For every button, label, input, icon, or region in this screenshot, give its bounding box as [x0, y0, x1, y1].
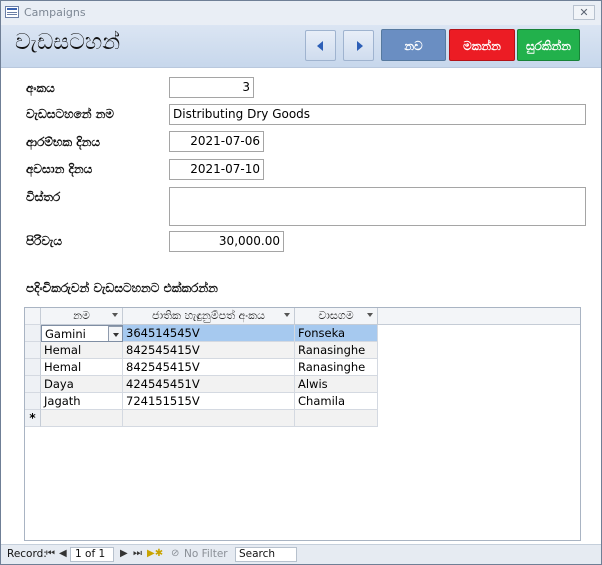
details-label: විස්තර: [26, 190, 61, 204]
record-navigation-bar: Record: ⏮ ◀ 1 of 1 ▶ ⏭ ▶✱ ⊘ No Filter Se…: [1, 544, 601, 564]
form-header: වැඩසටහන් නව මකන්න සුරකින්න: [1, 25, 601, 68]
delete-button[interactable]: මකන්න: [449, 29, 515, 61]
column-header-nic[interactable]: ජාතික හැඳුනුම්පත් අංකය: [123, 308, 295, 325]
name-combo-button[interactable]: [108, 326, 122, 341]
end-date-field[interactable]: 2021-07-10: [169, 159, 264, 180]
arrow-left-icon: [317, 41, 323, 51]
form-title: වැඩසටහන්: [15, 30, 121, 55]
close-button[interactable]: ✕: [573, 5, 595, 20]
surname-cell[interactable]: Alwis: [295, 376, 378, 393]
filter-icon: ⊘: [171, 548, 180, 559]
window-title: Campaigns: [24, 6, 86, 19]
end-date-label: අවසාන දිනය: [26, 162, 93, 176]
name-cell[interactable]: [41, 410, 123, 427]
save-button[interactable]: සුරකින්න: [517, 29, 580, 61]
name-cell[interactable]: Jagath: [41, 393, 123, 410]
next-record-icon[interactable]: ▶: [120, 548, 128, 559]
no-filter-button[interactable]: No Filter: [184, 548, 228, 560]
surname-cell[interactable]: Ranasinghe: [295, 359, 378, 376]
name-cell[interactable]: Gamini: [41, 325, 123, 342]
nic-cell[interactable]: 842545415V: [123, 342, 295, 359]
row-selector[interactable]: [25, 393, 41, 410]
start-date-field[interactable]: 2021-07-06: [169, 131, 264, 152]
nic-cell[interactable]: 364514545V: [123, 325, 295, 342]
title-bar: Campaigns ✕: [1, 1, 601, 26]
previous-record-icon[interactable]: ◀: [59, 548, 67, 559]
surname-cell[interactable]: Ranasinghe: [295, 342, 378, 359]
column-header-name-label: නම: [73, 309, 90, 322]
current-record-input[interactable]: 1 of 1: [70, 547, 114, 562]
arrow-right-icon: [357, 41, 363, 51]
column-header-name[interactable]: නම: [41, 308, 123, 325]
select-all-corner[interactable]: [25, 308, 41, 325]
name-cell[interactable]: Daya: [41, 376, 123, 393]
name-value: Gamini: [45, 327, 86, 341]
cost-label: පිරිවැය: [26, 234, 62, 248]
nic-cell[interactable]: 724151515V: [123, 393, 295, 410]
surname-cell[interactable]: Fonseka: [295, 325, 378, 342]
number-field[interactable]: 3: [169, 77, 254, 98]
nic-cell[interactable]: [123, 410, 295, 427]
chevron-down-icon: [113, 333, 119, 337]
number-label: අංකය: [26, 81, 55, 95]
campaign-name-field[interactable]: Distributing Dry Goods: [169, 104, 586, 125]
last-record-icon[interactable]: ⏭: [133, 548, 142, 559]
column-header-surname[interactable]: වාසගම: [295, 308, 378, 325]
next-record-button[interactable]: [343, 30, 374, 61]
cost-field[interactable]: 30,000.00: [169, 231, 284, 252]
form-icon: [5, 6, 19, 18]
sort-dropdown-icon[interactable]: [112, 313, 118, 317]
residents-datasheet: නම ජාතික හැඳුනුම්පත් අංකය වාසගම Gamini 3…: [24, 307, 581, 541]
record-label: Record:: [7, 548, 47, 560]
subform-title: පදිංචිකරුවන් වැඩසටහනට එක්කරන්න: [26, 281, 218, 295]
row-selector[interactable]: [25, 342, 41, 359]
first-record-icon[interactable]: ⏮: [46, 548, 55, 559]
column-header-nic-label: ජාතික හැඳුනුම්පත් අංකය: [152, 309, 265, 322]
campaigns-window: Campaigns ✕ වැඩසටහන් නව මකන්න සුරකින්න අ…: [0, 0, 602, 565]
new-record-marker: *: [25, 410, 41, 427]
surname-cell[interactable]: [295, 410, 378, 427]
name-cell[interactable]: Hemal: [41, 342, 123, 359]
previous-record-button[interactable]: [305, 30, 336, 61]
nic-cell[interactable]: 842545415V: [123, 359, 295, 376]
sort-dropdown-icon[interactable]: [284, 313, 290, 317]
name-cell[interactable]: Hemal: [41, 359, 123, 376]
campaign-name-label: වැඩසටහනේ නම: [26, 107, 115, 121]
row-selector[interactable]: [25, 325, 41, 342]
start-date-label: ආරම්භක දිනය: [26, 135, 101, 149]
new-record-icon[interactable]: ▶✱: [147, 548, 163, 559]
row-selector[interactable]: [25, 376, 41, 393]
column-header-surname-label: වාසගම: [318, 309, 354, 322]
details-field[interactable]: [169, 187, 586, 226]
row-selector[interactable]: [25, 359, 41, 376]
column-header-empty: [378, 308, 580, 325]
nic-cell[interactable]: 424545451V: [123, 376, 295, 393]
sort-dropdown-icon[interactable]: [367, 313, 373, 317]
new-button[interactable]: නව: [381, 29, 446, 61]
surname-cell[interactable]: Chamila: [295, 393, 378, 410]
search-input[interactable]: Search: [235, 547, 297, 562]
